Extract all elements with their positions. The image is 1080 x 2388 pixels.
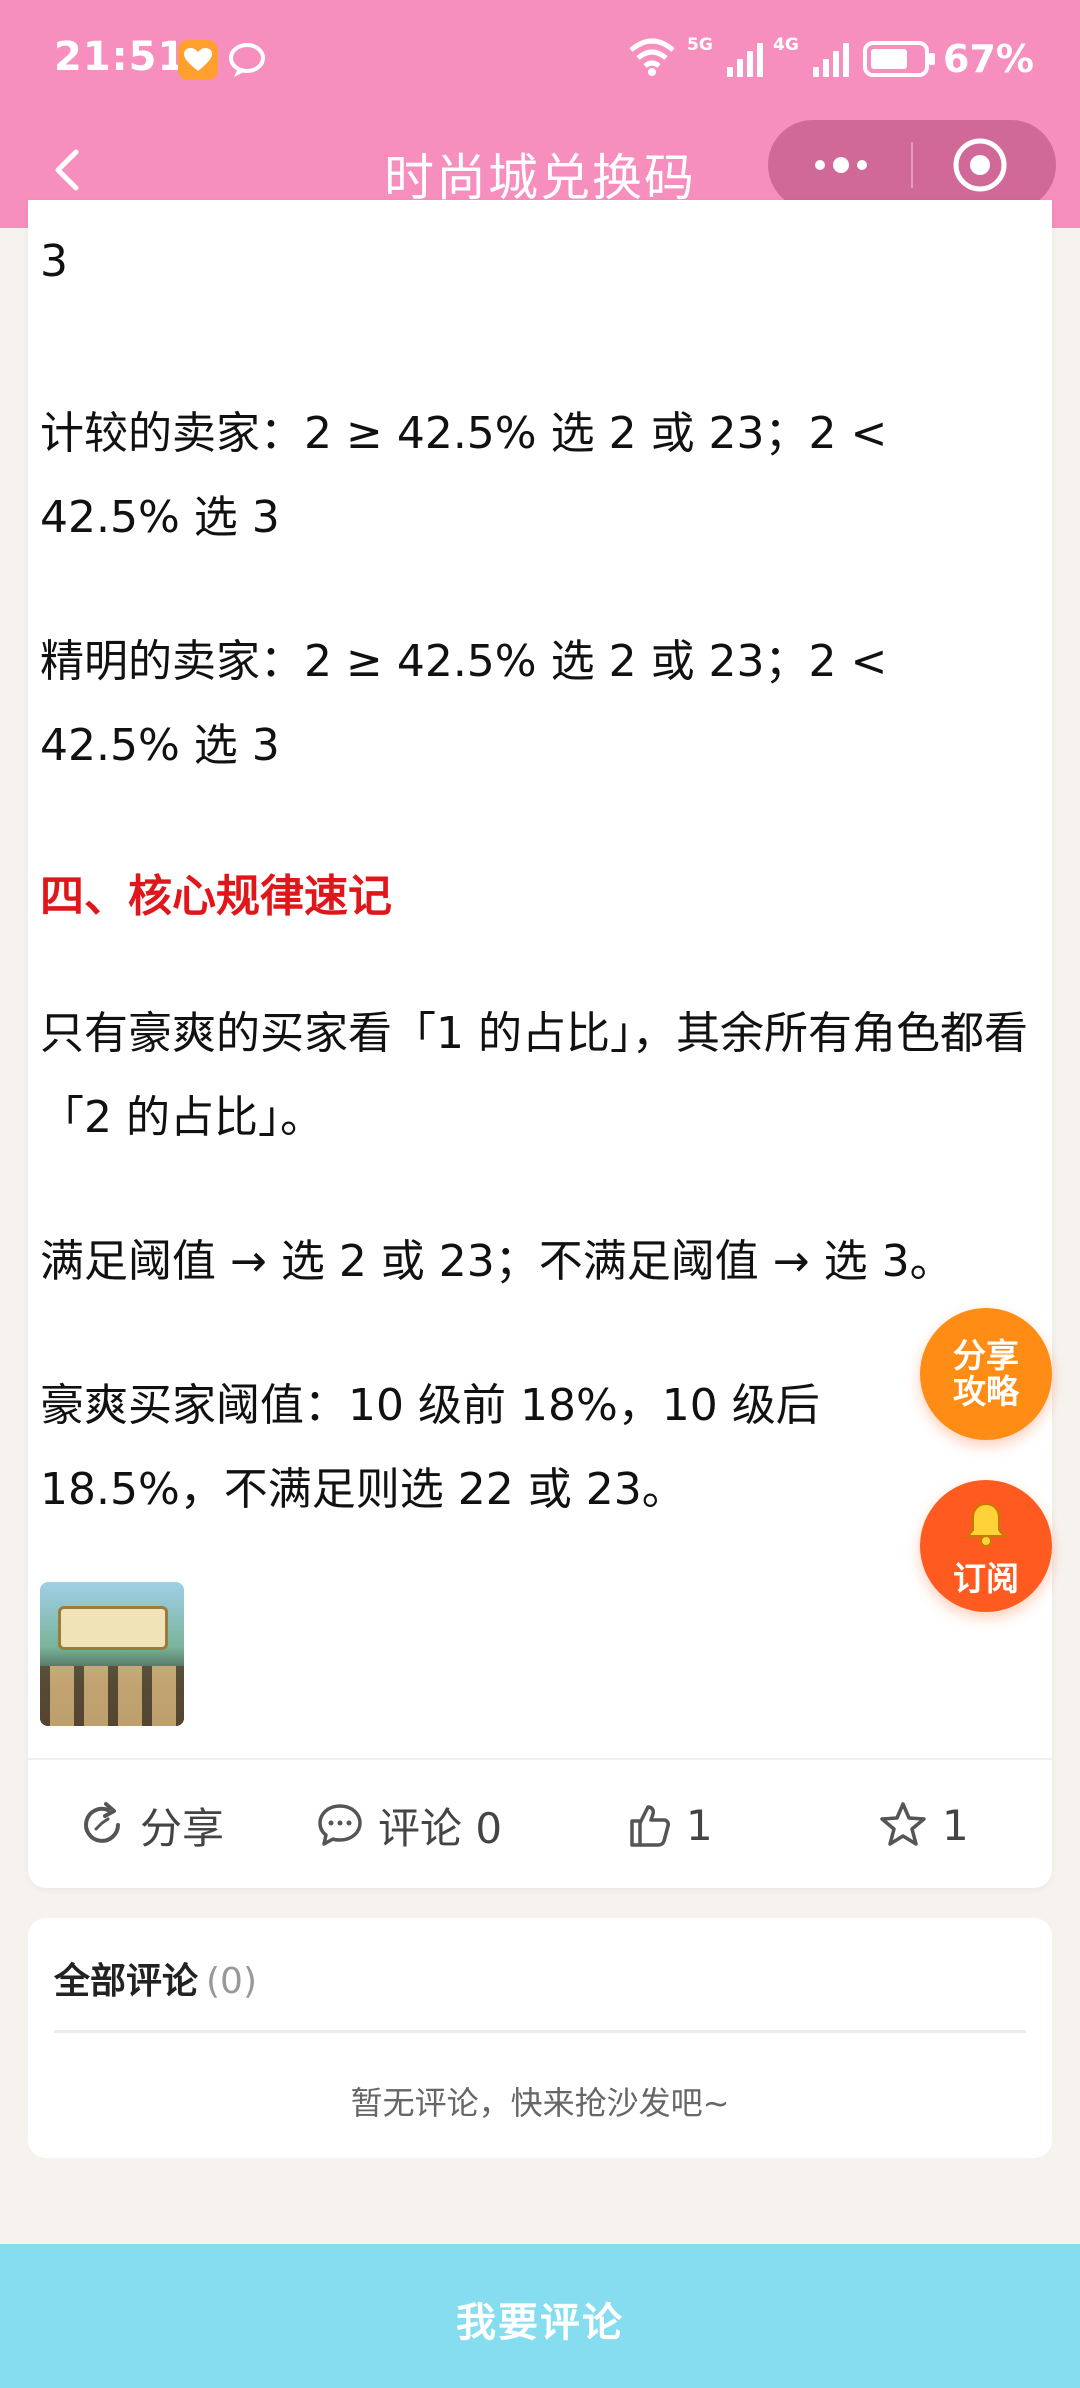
shop-front-graphic bbox=[40, 1666, 184, 1726]
article-paragraph-rule3: 豪爽买家阈值：10 级前 18%，10 级后 18.5%，不满足则选 22 或 … bbox=[40, 1380, 820, 1515]
share-guide-line1: 分享 bbox=[953, 1336, 1019, 1375]
share-button[interactable]: 分享 bbox=[78, 1760, 224, 1890]
battery-icon bbox=[863, 41, 936, 77]
net-4g-label: 4G bbox=[773, 35, 799, 55]
comment-button[interactable]: 评论 0 bbox=[316, 1760, 502, 1890]
top-bar: 21:51 5G 4G 67% 时尚城兑换码 bbox=[0, 0, 1080, 228]
share-label: 分享 bbox=[140, 1803, 225, 1853]
status-indicators: 5G 4G 67% bbox=[627, 35, 1034, 82]
article-card: 3 计较的卖家：2 ≥ 42.5% 选 2 或 23；2 < 42.5% 选 3… bbox=[28, 200, 1052, 1888]
status-bar: 21:51 5G 4G 67% bbox=[0, 0, 1080, 120]
mini-program-capsule bbox=[768, 120, 1056, 210]
shop-sign-graphic bbox=[58, 1606, 168, 1650]
comment-bubble-icon bbox=[318, 1804, 362, 1846]
thumbs-up-icon bbox=[630, 1805, 670, 1847]
battery-percent: 67% bbox=[943, 37, 1034, 81]
comments-header: 全部评论 (0) bbox=[54, 1952, 257, 2004]
article-action-bar: 分享 评论 0 1 1 bbox=[28, 1758, 1052, 1888]
star-icon bbox=[880, 1802, 926, 1846]
favorite-count: 1 bbox=[942, 1800, 969, 1850]
article-paragraph-rule2: 满足阈值 → 选 2 或 23；不满足阈值 → 选 3。 bbox=[40, 1236, 954, 1287]
net-5g-label: 5G bbox=[687, 35, 713, 55]
share-guide-button[interactable]: 分享 攻略 bbox=[920, 1308, 1052, 1440]
status-time: 21:51 bbox=[54, 34, 187, 80]
comment-label: 评论 0 bbox=[378, 1803, 503, 1853]
bottom-comment-bar[interactable]: 我要评论 bbox=[0, 2244, 1080, 2388]
share-refresh-icon bbox=[84, 1802, 120, 1843]
signal-5g-icon: 5G bbox=[687, 35, 764, 77]
signal-4g-icon: 4G bbox=[773, 35, 850, 77]
comments-count: (0) bbox=[206, 1961, 258, 2002]
write-comment-button[interactable]: 我要评论 bbox=[0, 2290, 1080, 2348]
like-count: 1 bbox=[686, 1800, 713, 1850]
favorite-button[interactable]: 1 bbox=[878, 1760, 969, 1890]
subscribe-button[interactable]: 订阅 bbox=[920, 1480, 1052, 1612]
target-icon bbox=[953, 138, 1007, 192]
article-paragraph-tail: 3 bbox=[40, 236, 68, 287]
comments-divider bbox=[54, 2030, 1026, 2033]
subscribe-label: 订阅 bbox=[953, 1559, 1019, 1598]
comments-empty-text: 暂无评论，快来抢沙发吧~ bbox=[350, 2084, 730, 2122]
article-paragraph-jijiao: 计较的卖家：2 ≥ 42.5% 选 2 或 23；2 < 42.5% 选 3 bbox=[40, 408, 888, 543]
article-paragraph-jingming: 精明的卖家：2 ≥ 42.5% 选 2 或 23；2 < 42.5% 选 3 bbox=[40, 636, 888, 771]
comments-title: 全部评论 bbox=[54, 1961, 199, 2002]
chat-bubble-icon bbox=[228, 40, 270, 84]
close-miniprogram-button[interactable] bbox=[952, 137, 1008, 193]
article-thumbnail-image[interactable] bbox=[40, 1582, 184, 1726]
bell-icon bbox=[965, 1502, 1007, 1547]
article-paragraph-rule1: 只有豪爽的买家看「1 的占比」，其余所有角色都看「2 的占比」。 bbox=[40, 1008, 1028, 1143]
more-dots-icon bbox=[815, 157, 867, 173]
like-button[interactable]: 1 bbox=[624, 1760, 713, 1890]
section-heading: 四、核心规律速记 bbox=[40, 871, 392, 922]
wifi-icon bbox=[627, 38, 677, 80]
heart-app-icon bbox=[178, 40, 218, 80]
comments-section: 全部评论 (0) 暂无评论，快来抢沙发吧~ bbox=[28, 1918, 1052, 2158]
capsule-divider bbox=[911, 142, 913, 188]
share-guide-line2: 攻略 bbox=[953, 1372, 1019, 1411]
more-button[interactable] bbox=[806, 140, 876, 190]
